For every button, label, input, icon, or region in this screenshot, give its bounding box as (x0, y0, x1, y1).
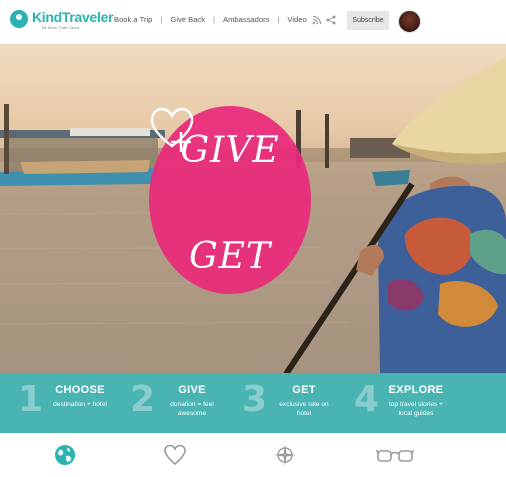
site-header: KindTraveler Be More Than Cared Book a T… (0, 0, 506, 44)
kind-traveler-logo[interactable]: KindTraveler Be More Than Cared (10, 8, 114, 34)
give-get-badge: GIVE GET (149, 106, 311, 294)
subscribe-button[interactable]: Subscribe (347, 11, 389, 30)
nav-separator: | (213, 15, 215, 24)
nav-video[interactable]: Video (287, 15, 306, 24)
bottom-icon-bar (0, 433, 506, 477)
badge-get-text: GET (188, 236, 272, 277)
nav-book-a-trip[interactable]: Book a Trip (114, 15, 152, 24)
logo-name: KindTraveler (32, 9, 114, 25)
user-avatar[interactable] (398, 10, 421, 33)
hero-banner: GIVE GET 1 CHOOSE destination + hotel 2 … (0, 44, 506, 433)
nav-separator: | (160, 15, 163, 24)
heart-plus-icon (150, 107, 194, 152)
step-give[interactable]: 2 GIVE donation = feel awesome (112, 373, 238, 433)
step-title: EXPLORE (388, 384, 444, 396)
nav-ambassadors[interactable]: Ambassadors (223, 15, 269, 24)
step-choose[interactable]: 1 CHOOSE destination + hotel (0, 373, 126, 433)
step-get[interactable]: 3 GET exclusive rate on hotel (224, 373, 350, 433)
steps-band: 1 CHOOSE destination + hotel 2 GIVE dona… (0, 373, 506, 433)
step-description-line: top travel stories + (388, 401, 444, 408)
logo-mark-icon (10, 10, 28, 28)
compass-icon[interactable] (273, 443, 297, 467)
heart-icon[interactable] (163, 444, 187, 466)
nav-separator: | (277, 15, 280, 24)
globe-icon[interactable] (54, 444, 76, 466)
main-nav: Book a Trip | Give Back | Ambassadors | … (114, 15, 307, 24)
step-explore[interactable]: 4 EXPLORE top travel stories + local gui… (336, 373, 462, 433)
nav-give-back[interactable]: Give Back (170, 15, 205, 24)
rss-icon[interactable] (312, 15, 322, 25)
step-description: top travel stories + local guides (366, 400, 466, 418)
glasses-icon[interactable] (376, 447, 414, 465)
step-description-line: local guides (398, 410, 434, 417)
logo-tagline: Be More Than Cared (42, 25, 80, 30)
share-icon[interactable] (326, 15, 336, 25)
